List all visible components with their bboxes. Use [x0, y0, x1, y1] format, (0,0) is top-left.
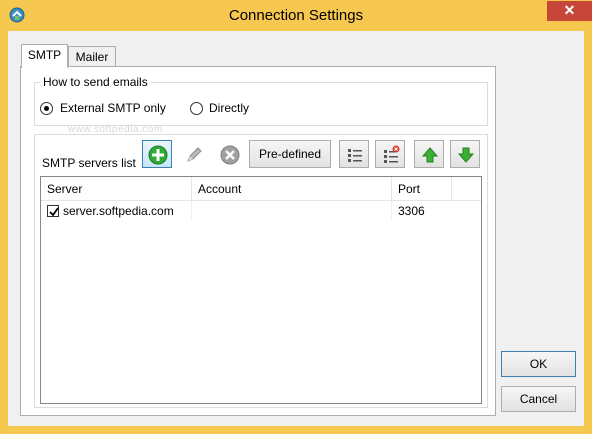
add-server-button[interactable] — [142, 140, 172, 168]
window-title: Connection Settings — [228, 7, 364, 24]
how-to-send-label: How to send emails — [40, 75, 151, 89]
edit-server-button[interactable] — [178, 140, 208, 168]
cancel-button[interactable]: Cancel — [501, 386, 576, 412]
connection-settings-window: Connection Settings ✕ SMTP Mailer How to… — [0, 0, 592, 434]
title-bar[interactable]: Connection Settings ✕ — [0, 0, 592, 31]
close-button[interactable]: ✕ — [547, 1, 592, 21]
predefined-button[interactable]: Pre-defined — [249, 140, 331, 168]
smtp-servers-label: SMTP servers list — [42, 156, 136, 170]
port-cell: 3306 — [398, 204, 425, 218]
table-row[interactable]: server.softpedia.com 3306 — [41, 201, 481, 221]
tab-mailer[interactable]: Mailer — [68, 46, 116, 66]
column-header-server[interactable]: Server — [41, 177, 192, 201]
ok-button[interactable]: OK — [501, 351, 576, 377]
external-smtp-radio[interactable] — [40, 102, 53, 115]
smtp-servers-list[interactable]: Server Account Port server.softpedia.com… — [40, 176, 482, 404]
external-smtp-label[interactable]: External SMTP only — [60, 101, 166, 115]
remove-server-button[interactable] — [214, 140, 244, 168]
column-header-port[interactable]: Port — [392, 177, 452, 201]
move-down-button[interactable] — [450, 140, 480, 168]
server-enabled-checkbox[interactable] — [47, 205, 59, 217]
list-button[interactable] — [339, 140, 369, 168]
tab-smtp[interactable]: SMTP — [21, 44, 68, 68]
server-cell: server.softpedia.com — [63, 201, 192, 221]
column-header-account[interactable]: Account — [192, 177, 392, 201]
directly-label[interactable]: Directly — [209, 101, 249, 115]
account-cell — [198, 201, 392, 221]
directly-radio[interactable] — [190, 102, 203, 115]
list-header: Server Account Port — [41, 177, 481, 201]
clear-list-button[interactable] — [375, 140, 405, 168]
move-up-button[interactable] — [414, 140, 444, 168]
